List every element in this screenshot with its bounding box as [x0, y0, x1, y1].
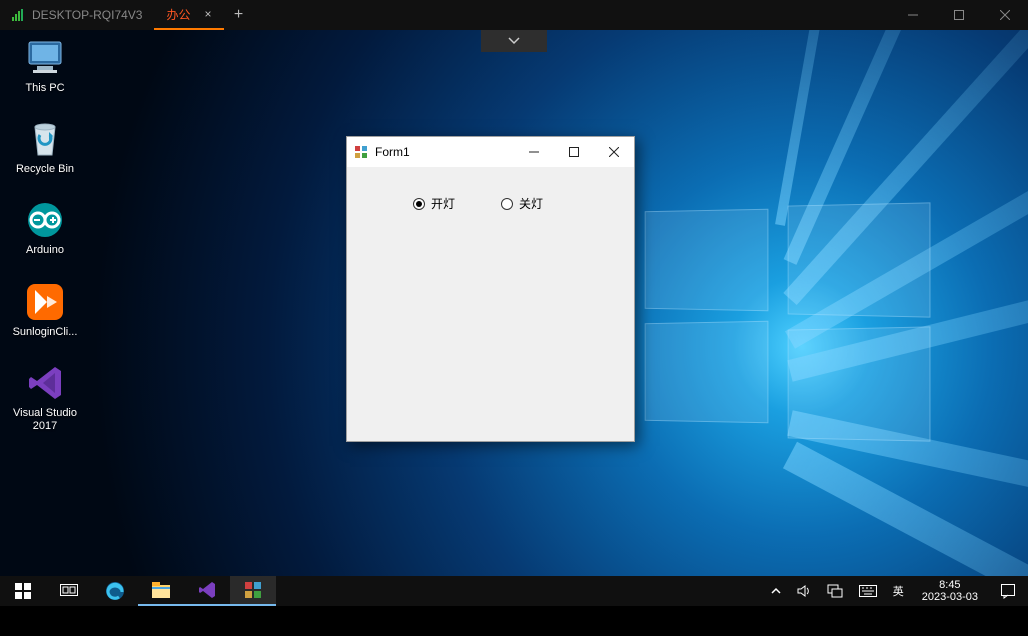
- task-view-button[interactable]: [46, 576, 92, 606]
- radio-label: 关灯: [519, 195, 543, 212]
- computer-icon: [23, 38, 67, 78]
- recycle-bin-icon: [23, 119, 67, 159]
- close-button[interactable]: [982, 0, 1028, 30]
- tray-volume-button[interactable]: [789, 576, 819, 606]
- tray-ime-button[interactable]: 英: [885, 576, 912, 606]
- close-icon[interactable]: ×: [205, 7, 212, 21]
- form1-maximize-button[interactable]: [554, 137, 594, 167]
- minimize-button[interactable]: [890, 0, 936, 30]
- form1-titlebar[interactable]: Form1: [347, 137, 634, 167]
- start-button[interactable]: [0, 576, 46, 606]
- chevron-down-icon: [507, 36, 521, 46]
- form1-window[interactable]: Form1 开灯 关灯: [346, 136, 635, 442]
- radio-label: 开灯: [431, 195, 455, 212]
- network-icon: [827, 584, 843, 598]
- taskbar-app-edge[interactable]: [92, 576, 138, 606]
- edge-icon: [105, 581, 125, 601]
- keyboard-icon: [859, 585, 877, 597]
- taskbar-app-form1[interactable]: [230, 576, 276, 606]
- file-explorer-icon: [151, 581, 171, 599]
- remote-host-label: DESKTOP-RQI74V3: [32, 8, 142, 22]
- remote-desktop-viewport: This PC Recycle Bin Arduino SunloginCli.…: [0, 30, 1028, 606]
- visual-studio-icon: [23, 363, 67, 403]
- desktop-icon-label: Visual Studio 2017: [6, 407, 84, 433]
- desktop-icon-label: SunloginCli...: [6, 326, 84, 339]
- desktop-icon-visual-studio[interactable]: Visual Studio 2017: [6, 363, 84, 433]
- desktop-icon-label: This PC: [6, 82, 84, 95]
- speaker-icon: [797, 584, 811, 598]
- taskbar-app-explorer[interactable]: [138, 576, 184, 606]
- system-tray: 英 8:45 2023-03-03: [763, 576, 1028, 606]
- desktop-icon-label: Arduino: [6, 244, 84, 257]
- tray-overflow-button[interactable]: [763, 576, 789, 606]
- app-icon: [353, 144, 369, 160]
- remote-window-buttons: [890, 0, 1028, 30]
- tray-network-button[interactable]: [819, 576, 851, 606]
- form1-close-button[interactable]: [594, 137, 634, 167]
- arduino-icon: [23, 200, 67, 240]
- windows-logo-decoration: [640, 210, 940, 450]
- desktop-icon-label: Recycle Bin: [6, 163, 84, 176]
- windows-logo-icon: [15, 583, 31, 599]
- tray-clock[interactable]: 8:45 2023-03-03: [912, 576, 988, 606]
- clock-time: 8:45: [939, 579, 960, 591]
- winforms-app-icon: [244, 581, 262, 599]
- task-view-icon: [60, 584, 78, 598]
- remote-host-tab[interactable]: DESKTOP-RQI74V3: [0, 0, 154, 30]
- remote-tab-label: 办公: [166, 6, 190, 23]
- sunlogin-icon: [23, 282, 67, 322]
- desktop-icons-area: This PC Recycle Bin Arduino SunloginCli.…: [6, 38, 90, 457]
- radio-light-on[interactable]: 开灯: [413, 195, 455, 212]
- desktop-icon-this-pc[interactable]: This PC: [6, 38, 84, 95]
- radio-light-off[interactable]: 关灯: [501, 195, 543, 212]
- remote-tab-bar: DESKTOP-RQI74V3 办公 × +: [0, 0, 1028, 30]
- toolbar-dropdown-button[interactable]: [481, 30, 547, 52]
- windows-taskbar: 英 8:45 2023-03-03: [0, 576, 1028, 606]
- radio-dot-icon: [501, 198, 513, 210]
- form1-client-area: 开灯 关灯: [347, 167, 634, 441]
- clock-date: 2023-03-03: [922, 591, 978, 603]
- background-decoration: [775, 30, 837, 226]
- desktop-icon-sunlogin[interactable]: SunloginCli...: [6, 282, 84, 339]
- radio-dot-icon: [413, 198, 425, 210]
- chevron-up-icon: [771, 587, 781, 595]
- form1-minimize-button[interactable]: [514, 137, 554, 167]
- notifications-icon: [1000, 583, 1016, 599]
- new-tab-button[interactable]: +: [224, 0, 254, 30]
- signal-icon: [12, 9, 24, 21]
- tray-keyboard-button[interactable]: [851, 576, 885, 606]
- desktop-icon-arduino[interactable]: Arduino: [6, 200, 84, 257]
- remote-tab-active[interactable]: 办公 ×: [154, 0, 223, 30]
- ime-label: 英: [893, 583, 904, 599]
- tray-notifications-button[interactable]: [988, 576, 1028, 606]
- maximize-button[interactable]: [936, 0, 982, 30]
- desktop-icon-recycle-bin[interactable]: Recycle Bin: [6, 119, 84, 176]
- taskbar-app-visual-studio[interactable]: [184, 576, 230, 606]
- form1-title: Form1: [375, 145, 410, 159]
- visual-studio-icon: [197, 580, 217, 600]
